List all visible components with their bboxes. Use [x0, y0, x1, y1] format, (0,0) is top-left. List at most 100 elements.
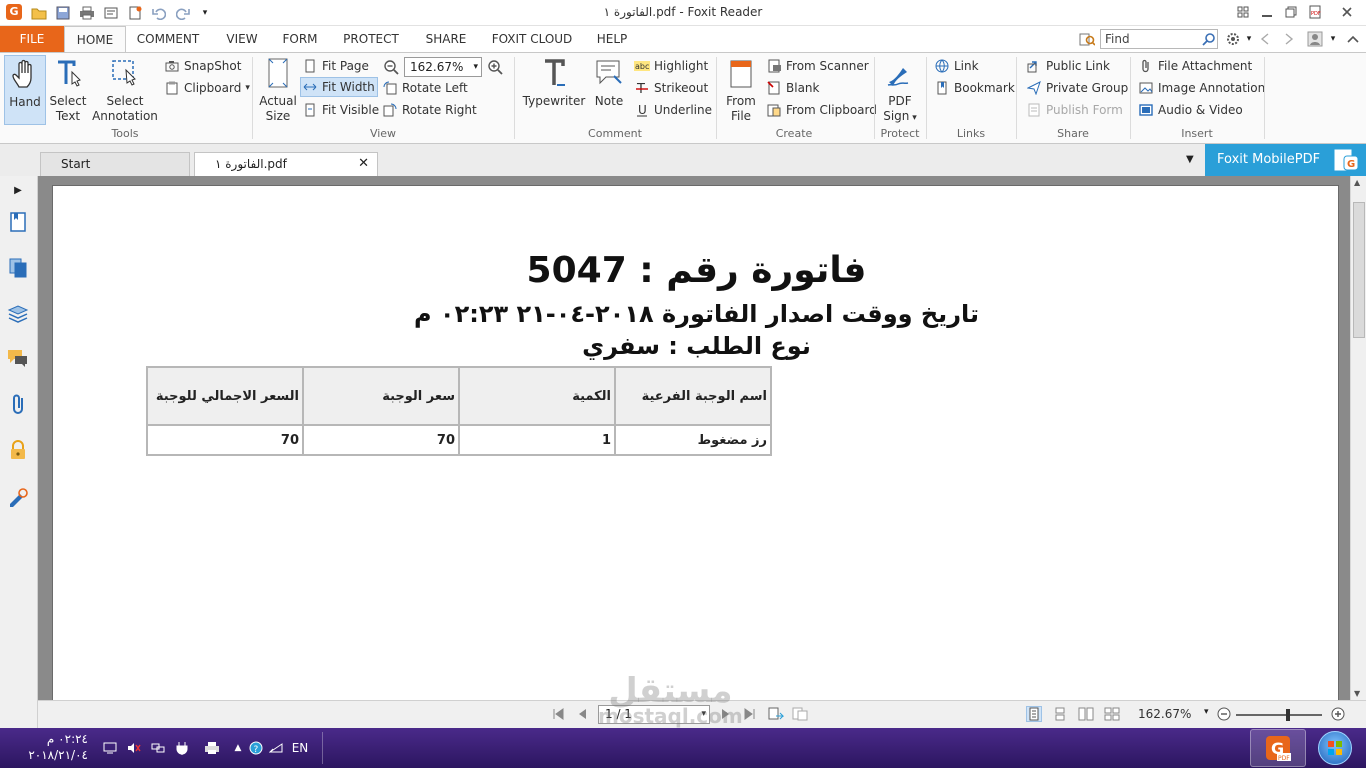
audio-video-button[interactable]: Audio & Video	[1138, 100, 1243, 120]
status-zoom-in-icon[interactable]	[1330, 706, 1346, 722]
grid-icon[interactable]	[1232, 2, 1254, 22]
expand-panel-icon[interactable]: ▶	[6, 178, 30, 202]
tab-comment[interactable]: COMMENT	[132, 26, 204, 52]
status-zoom-value[interactable]: 162.67%	[1138, 707, 1191, 721]
public-link-button[interactable]: Public Link	[1026, 56, 1110, 76]
tab-share[interactable]: SHARE	[418, 26, 474, 52]
continuous-facing-icon[interactable]	[1104, 706, 1120, 722]
first-page-icon[interactable]	[550, 706, 566, 722]
tab-form[interactable]: FORM	[276, 26, 324, 52]
snapshot-button[interactable]: SnapShot	[164, 56, 241, 76]
find-options-icon[interactable]	[1078, 30, 1096, 48]
select-annotation-button[interactable]: Select Annotation	[92, 55, 158, 124]
volume-muted-icon[interactable]	[126, 740, 142, 756]
power-plug-icon[interactable]	[174, 740, 190, 756]
select-text-button[interactable]: Select Text	[48, 55, 88, 124]
tray-expand-icon[interactable]: ▲	[230, 740, 246, 756]
close-tab-icon[interactable]: ✕	[358, 153, 369, 175]
link-button[interactable]: Link	[934, 56, 979, 76]
blank-button[interactable]: Blank	[766, 78, 819, 98]
publish-form-button[interactable]: Publish Form	[1026, 100, 1123, 120]
minimize-icon[interactable]	[1256, 2, 1278, 22]
previous-view-icon[interactable]	[768, 706, 784, 722]
scroll-down-icon[interactable]: ▼	[1354, 689, 1360, 698]
clipboard-button[interactable]: Clipboard ▾	[164, 78, 250, 98]
taskbar-foxit-app[interactable]: G PDF	[1250, 729, 1306, 767]
network-icon[interactable]	[150, 740, 166, 756]
tabs-dropdown-icon[interactable]: ▼	[1186, 154, 1194, 165]
pdf-sign-button[interactable]: PDF Sign ▾	[880, 55, 920, 126]
fit-width-button[interactable]: Fit Width	[300, 77, 378, 97]
taskbar-clock[interactable]: ٠٢:٢٤ م ٢٠١٨/٢١/٠٤	[14, 731, 88, 763]
layers-panel-icon[interactable]	[6, 302, 30, 326]
previous-page-icon[interactable]	[574, 706, 590, 722]
security-lock-icon[interactable]	[6, 438, 30, 462]
pages-panel-icon[interactable]	[6, 256, 30, 280]
scroll-thumb[interactable]	[1353, 202, 1365, 338]
file-tab[interactable]: FILE	[0, 26, 64, 52]
foxit-mobilepdf-button[interactable]: Foxit MobilePDF G	[1205, 144, 1366, 176]
single-page-icon[interactable]	[1026, 706, 1042, 722]
next-view-icon[interactable]	[792, 706, 808, 722]
document-tab[interactable]: الفاتورة ١.pdf ✕	[194, 152, 378, 176]
restore-icon[interactable]	[1280, 2, 1302, 22]
bookmark-icon	[934, 80, 950, 96]
rotate-right-button[interactable]: Rotate Right	[382, 100, 477, 120]
previous-icon[interactable]	[1256, 30, 1274, 48]
user-dropdown-icon[interactable]: ▾	[1324, 30, 1342, 48]
pdf-icon[interactable]: PDF	[1304, 2, 1326, 22]
tab-help[interactable]: HELP	[590, 26, 634, 52]
vertical-scrollbar[interactable]: ▲ ▼	[1350, 176, 1366, 700]
status-zoom-out-icon[interactable]	[1216, 706, 1232, 722]
scroll-up-icon[interactable]: ▲	[1354, 178, 1360, 187]
zoom-slider-track[interactable]	[1236, 714, 1322, 716]
zoom-out-icon[interactable]	[382, 58, 400, 76]
file-attachment-button[interactable]: File Attachment	[1138, 56, 1252, 76]
private-group-button[interactable]: Private Group	[1026, 78, 1128, 98]
comments-panel-icon[interactable]	[6, 346, 30, 370]
show-desktop-icon[interactable]	[102, 740, 118, 756]
continuous-page-icon[interactable]	[1052, 706, 1068, 722]
network-signal-icon[interactable]	[268, 740, 284, 756]
language-indicator[interactable]: EN	[290, 740, 310, 756]
next-icon[interactable]	[1280, 30, 1298, 48]
attachments-panel-icon[interactable]	[6, 392, 30, 416]
from-file-button[interactable]: From File	[722, 55, 760, 124]
search-icon[interactable]	[1200, 30, 1218, 48]
publish-form-icon	[1026, 102, 1042, 118]
bookmark-button[interactable]: Bookmark	[934, 78, 1015, 98]
strikeout-button[interactable]: T Strikeout	[634, 78, 708, 98]
help-tray-icon[interactable]: ?	[248, 740, 264, 756]
typewriter-button[interactable]: Typewriter	[522, 55, 586, 109]
fit-page-button[interactable]: Fit Page	[302, 56, 369, 76]
collapse-ribbon-icon[interactable]	[1344, 30, 1362, 48]
close-window-icon[interactable]	[1336, 2, 1358, 22]
zoom-combo[interactable]: 162.67% ▾	[404, 57, 482, 77]
rotate-left-button[interactable]: Rotate Left	[382, 78, 468, 98]
tab-view[interactable]: VIEW	[216, 26, 268, 52]
bookmarks-panel-icon[interactable]	[6, 210, 30, 234]
from-scanner-button[interactable]: From Scanner	[766, 56, 869, 76]
highlight-button[interactable]: abc Highlight	[634, 56, 708, 76]
note-button[interactable]: Note	[590, 55, 628, 109]
tab-foxit-cloud[interactable]: FOXIT CLOUD	[484, 26, 580, 52]
zoom-slider-thumb[interactable]	[1286, 709, 1290, 721]
zoom-in-icon[interactable]	[486, 58, 504, 76]
tab-home[interactable]: HOME	[64, 26, 126, 53]
fit-visible-button[interactable]: Fit Visible	[302, 100, 379, 120]
facing-page-icon[interactable]	[1078, 706, 1094, 722]
actual-size-button[interactable]: Actual Size	[258, 55, 298, 124]
from-clipboard-button[interactable]: From Clipboard	[766, 100, 877, 120]
hand-tool-button[interactable]: Hand	[4, 55, 46, 125]
tab-protect[interactable]: PROTECT	[336, 26, 406, 52]
signatures-panel-icon[interactable]	[6, 484, 30, 508]
last-page-icon[interactable]	[742, 706, 758, 722]
start-button-icon[interactable]	[1318, 731, 1352, 765]
zoom-menu-dropdown-icon[interactable]: ▾	[1204, 707, 1209, 717]
document-viewport[interactable]: فاتورة رقم : 5047 تاريخ ووقت اصدار الفات…	[38, 176, 1350, 700]
start-tab[interactable]: Start	[40, 152, 190, 176]
user-avatar-icon[interactable]	[1306, 30, 1324, 48]
printer-tray-icon[interactable]	[204, 740, 220, 756]
image-annotation-button[interactable]: Image Annotation	[1138, 78, 1265, 98]
underline-button[interactable]: U Underline	[634, 100, 712, 120]
